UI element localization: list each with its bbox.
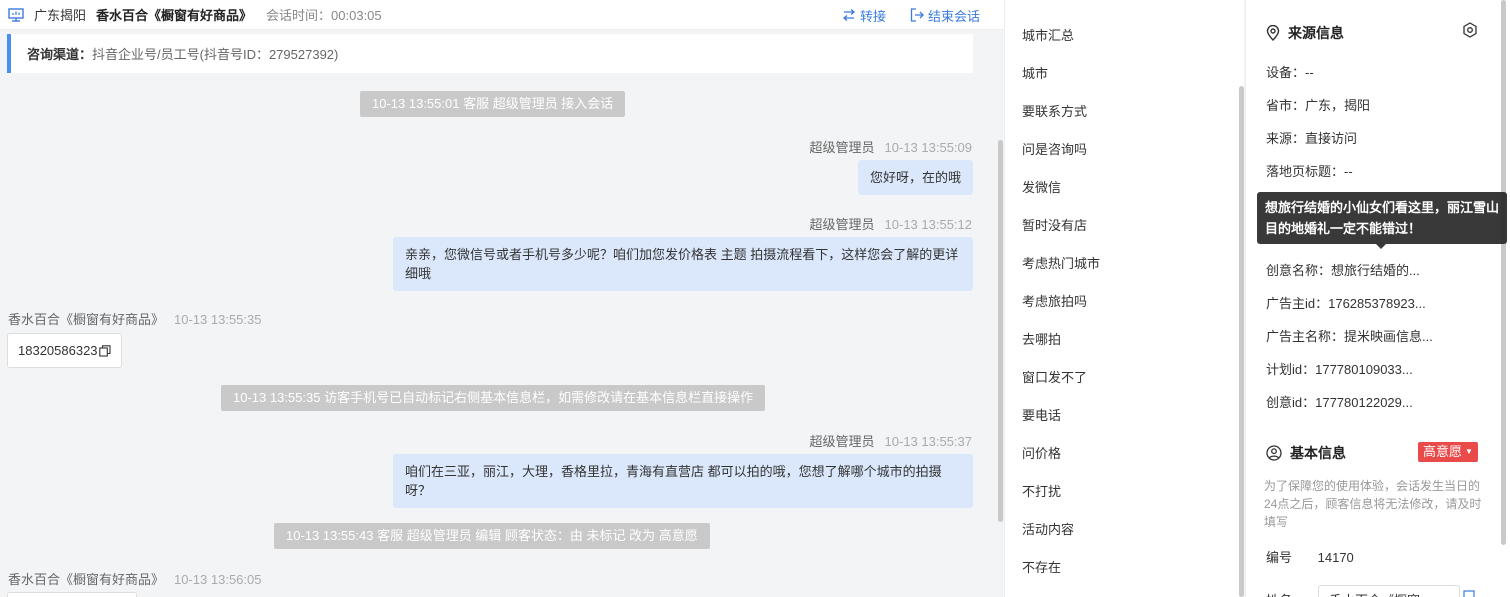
quick-reply-scrollbar[interactable] (1239, 86, 1244, 597)
transfer-label: 转接 (859, 8, 886, 24)
chat-panel: 广东揭阳 香水百合《橱窗有好商品》 会话时间：00:03:05 转接 结束会话 … (0, 0, 1004, 597)
advertiser-name-row[interactable]: 广告主名称：提米映画信息... (1266, 326, 1433, 345)
sender-name: 香水百合《橱窗有好商品》 (8, 312, 165, 327)
quick-reply-item[interactable]: 考虑热门城市 (1022, 253, 1100, 272)
quick-reply-item[interactable]: 发微信 (1022, 177, 1061, 196)
agent-message: 亲亲，您微信号或者手机号多少呢？咱们加您发价格表 主题 拍摄流程看下，这样您会了… (393, 237, 973, 291)
location-pin-icon (1266, 25, 1280, 41)
quick-reply-item[interactable]: 不存在 (1022, 557, 1061, 576)
quick-reply-item[interactable]: 要联系方式 (1022, 101, 1087, 120)
plan-id-row[interactable]: 计划id：177780109033... (1266, 359, 1413, 378)
tooltip: 想旅行结婚的小仙女们看这里，丽江雪山目的地婚礼一定不能错过！ (1257, 192, 1507, 244)
number-value: 14170 (1317, 550, 1354, 565)
name-label: 姓名 (1266, 590, 1292, 597)
chat-scrollbar[interactable] (998, 140, 1003, 522)
monitor-icon (8, 7, 24, 22)
session-duration: 会话时间：00:03:05 (266, 8, 382, 23)
system-notice: 10-13 13:55:35 访客手机号已自动标记右侧基本信息栏，如需修改请在基… (221, 385, 766, 411)
copy-icon[interactable] (98, 344, 111, 357)
consult-channel: 咨询渠道： 抖音企业号/员工号(抖音号ID：279527392) (7, 34, 973, 73)
number-row: 编号 14170 (1266, 547, 1354, 566)
quick-reply-item[interactable]: 活动内容 (1022, 519, 1074, 538)
number-label: 编号 (1266, 550, 1293, 565)
message-time: 10-13 13:55:12 (884, 217, 972, 232)
basic-section-title: 基本信息 (1266, 443, 1346, 463)
header-actions: 转接 结束会话 (818, 0, 980, 30)
end-session-button[interactable]: 结束会话 (910, 6, 980, 25)
quick-reply-list: 城市汇总 城市 要联系方式 问是咨询吗 发微信 暂时没有店 考虑热门城市 考虑旅… (1004, 0, 1244, 597)
basic-title: 基本信息 (1290, 445, 1346, 461)
message-time: 10-13 13:55:09 (884, 140, 972, 155)
visitor-message: 18320586323 (7, 333, 122, 368)
creative-name-row[interactable]: 创意名称：想旅行结婚的... (1266, 260, 1420, 279)
transfer-icon (842, 9, 855, 21)
channel-label: 咨询渠道： (27, 47, 93, 62)
device-row: 设备：-- (1266, 65, 1314, 80)
region-row: 省市：广东，揭阳 (1266, 98, 1371, 113)
quick-reply-item[interactable]: 城市 (1022, 63, 1048, 82)
message-time: 10-13 13:55:37 (884, 434, 972, 449)
message-time: 10-13 13:56:05 (174, 572, 262, 587)
message-meta: 超级管理员 10-13 13:55:37 (810, 431, 972, 450)
quick-reply-item[interactable]: 暂时没有店 (1022, 215, 1087, 234)
source-title: 来源信息 (1288, 25, 1344, 41)
quick-reply-item[interactable]: 问价格 (1022, 443, 1061, 462)
creative-id-row[interactable]: 创意id：177780122029... (1266, 392, 1413, 411)
visitor-location: 广东揭阳 (34, 8, 87, 23)
edit-icon[interactable] (1463, 590, 1475, 597)
channel-value: 抖音企业号/员工号(抖音号ID：279527392) (92, 47, 339, 62)
sender-name: 超级管理员 (809, 434, 875, 449)
tooltip-arrow (1376, 244, 1386, 249)
settings-icon[interactable] (1462, 22, 1478, 38)
sender-name: 超级管理员 (809, 140, 875, 155)
source-section-title: 来源信息 (1266, 23, 1344, 43)
message-time: 10-13 13:55:35 (174, 312, 262, 327)
quick-reply-item[interactable]: 问是咨询吗 (1022, 139, 1087, 158)
chat-header: 广东揭阳 香水百合《橱窗有好商品》 会话时间：00:03:05 转接 结束会话 (0, 0, 1004, 30)
user-circle-icon (1266, 445, 1282, 461)
visitor-name: 香水百合《橱窗有好商品》 (96, 8, 253, 23)
quick-reply-item[interactable]: 要电话 (1022, 405, 1061, 424)
message-meta: 超级管理员 10-13 13:55:12 (810, 214, 972, 233)
agent-message: 您好呀，在的哦 (857, 160, 973, 195)
system-notice: 10-13 13:55:43 客服 超级管理员 编辑 顾客状态：由 未标记 改为… (274, 523, 710, 549)
origin-row: 来源：直接访问 (1266, 131, 1358, 146)
quick-reply-item[interactable]: 窗口发不了 (1022, 367, 1087, 386)
phone-number: 18320586323 (18, 343, 98, 358)
message-meta: 香水百合《橱窗有好商品》 10-13 13:56:05 (8, 569, 261, 588)
advertiser-id-row[interactable]: 广告主id：176285378923... (1266, 293, 1426, 312)
message-meta: 香水百合《橱窗有好商品》 10-13 13:55:35 (8, 309, 261, 328)
intent-status-badge[interactable]: 高意愿 ▼ (1418, 442, 1478, 462)
landing-title-row: 落地页标题：-- (1266, 164, 1353, 179)
sender-name: 香水百合《橱窗有好商品》 (8, 572, 165, 587)
info-scrollbar[interactable] (1501, 0, 1506, 545)
intent-label: 高意愿 (1423, 444, 1463, 459)
info-note: 为了保障您的使用体验，会话发生当日的24点之后，顾客信息将无法修改，请及时填写 (1264, 479, 1482, 529)
sender-name: 超级管理员 (809, 217, 875, 232)
quick-reply-item[interactable]: 城市汇总 (1022, 25, 1074, 44)
exit-icon (910, 8, 924, 22)
quick-reply-item[interactable]: 去哪拍 (1022, 329, 1061, 348)
transfer-button[interactable]: 转接 (842, 6, 886, 25)
end-session-label: 结束会话 (927, 8, 980, 24)
quick-reply-item[interactable]: 不打扰 (1022, 481, 1061, 500)
name-field[interactable]: 香水百合《橱窗... (1318, 585, 1460, 597)
agent-message: 咱们在三亚，丽江，大理，香格里拉，青海有直营店 都可以拍的哦，您想了解哪个城市的… (393, 454, 973, 508)
visitor-message (7, 592, 137, 597)
message-meta: 超级管理员 10-13 13:55:09 (810, 137, 972, 156)
system-notice: 10-13 13:55:01 客服 超级管理员 接入会话 (360, 91, 626, 117)
quick-reply-item[interactable]: 考虑旅拍吗 (1022, 291, 1087, 310)
caret-down-icon: ▼ (1465, 447, 1473, 456)
